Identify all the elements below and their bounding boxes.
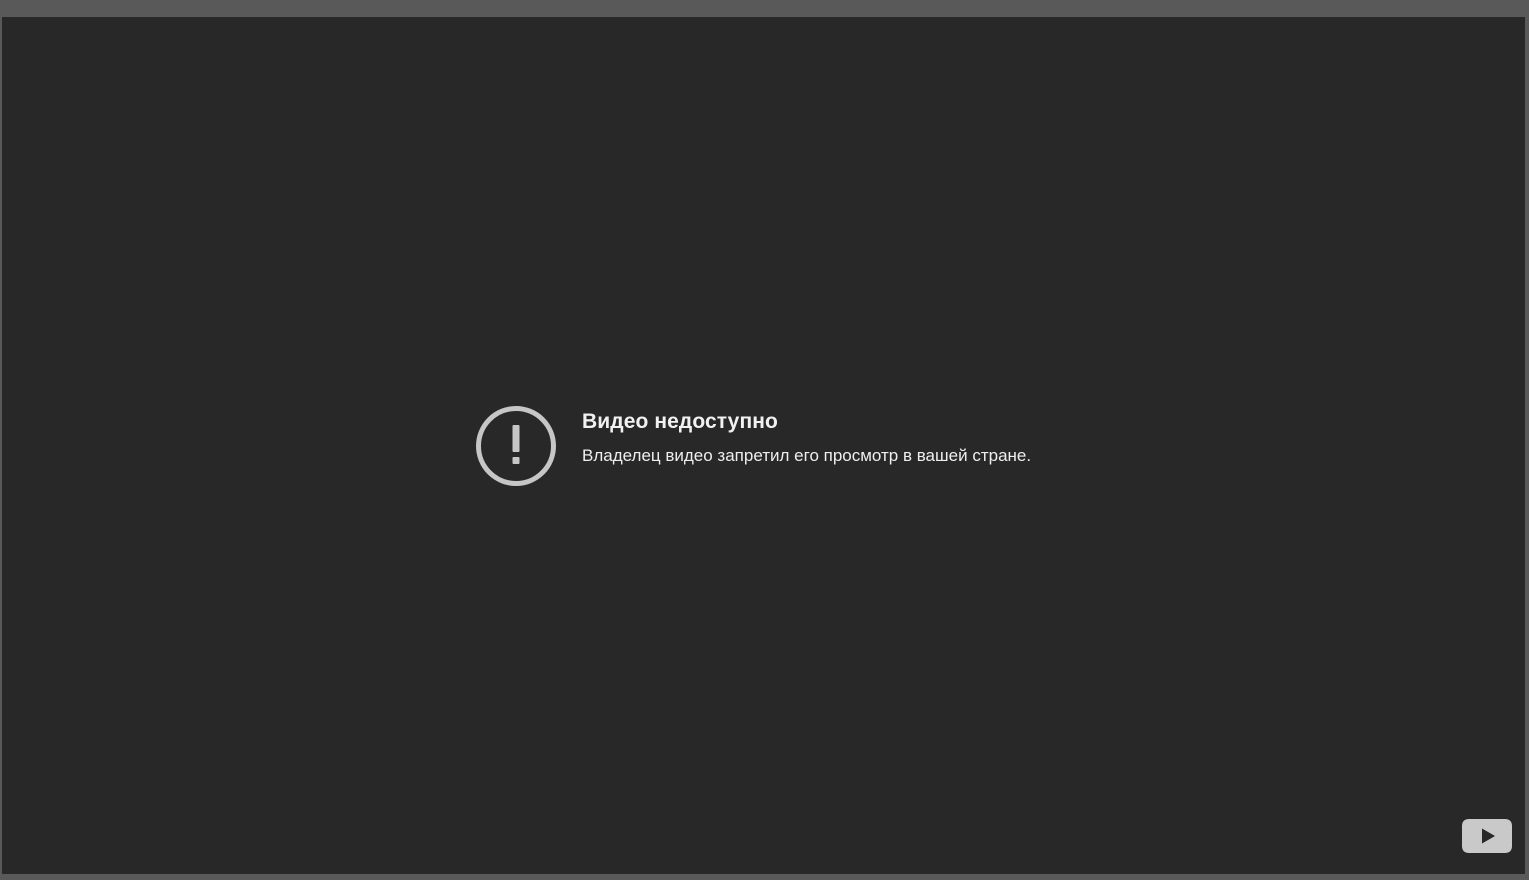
error-title: Видео недоступно [582, 410, 778, 433]
error-text-block: Видео недоступно Владелец видео запретил… [582, 409, 1031, 467]
embed-frame: Видео недоступно Владелец видео запретил… [0, 0, 1529, 880]
exclamation-circle-icon [476, 406, 556, 486]
playability-error: Видео недоступно Владелец видео запретил… [475, 405, 1031, 487]
error-reason: Владелец видео запретил его просмотр в в… [582, 446, 1032, 465]
youtube-logo-icon [1462, 819, 1512, 853]
video-player: Видео недоступно Владелец видео запретил… [2, 17, 1525, 874]
youtube-logo-button[interactable] [1461, 818, 1513, 854]
